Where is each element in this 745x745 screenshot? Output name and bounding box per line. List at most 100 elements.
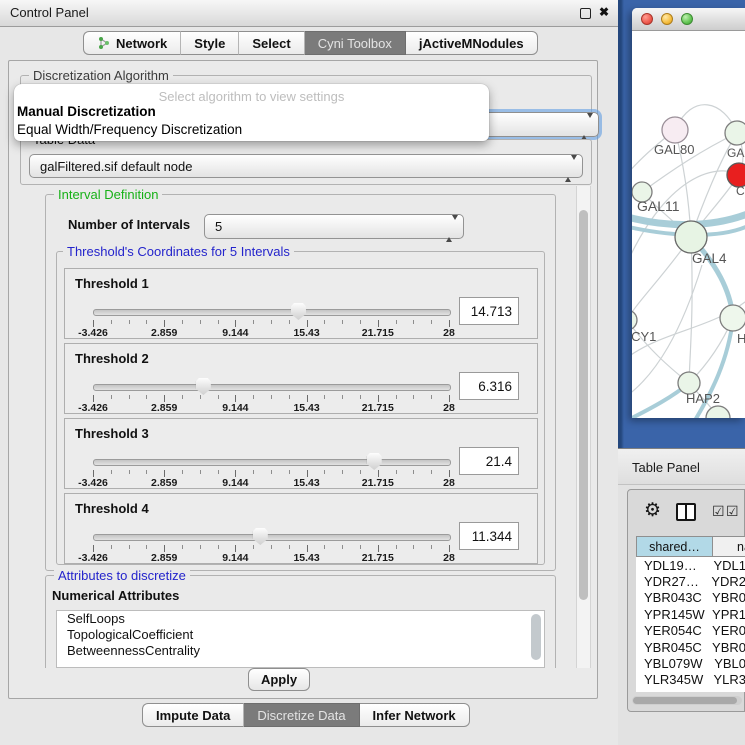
settings-scrollbar-thumb[interactable] bbox=[579, 210, 588, 600]
close-traffic-light-icon[interactable] bbox=[641, 13, 653, 25]
column-header-shared[interactable]: shared… bbox=[636, 536, 713, 557]
tick-mark bbox=[360, 395, 361, 399]
cell-shared-name[interactable]: YDR27… bbox=[636, 574, 709, 589]
tab-style[interactable]: Style bbox=[181, 31, 239, 55]
network-node-node-top-right[interactable] bbox=[725, 121, 745, 145]
cell-shared-name[interactable]: YBR045C bbox=[636, 640, 710, 655]
cell-name[interactable]: YBR0 bbox=[710, 640, 745, 655]
table-row[interactable]: YBL079WYBL0 bbox=[636, 655, 745, 671]
zoom-traffic-light-icon[interactable] bbox=[681, 13, 693, 25]
checkbox-icon[interactable]: ☑ bbox=[726, 503, 739, 520]
dropdown-option-manual-discretization[interactable]: Manual Discretization bbox=[17, 104, 156, 119]
apply-button[interactable]: Apply bbox=[248, 668, 310, 691]
attribute-item-betweennesscentrality[interactable]: BetweennessCentrality bbox=[57, 643, 544, 659]
numerical-attributes-list[interactable]: SelfLoopsTopologicalCoefficientBetweenne… bbox=[56, 610, 545, 668]
table-data-select[interactable]: galFiltered.sif default node bbox=[29, 154, 583, 178]
network-node-node-bottom[interactable] bbox=[706, 406, 730, 418]
bottom-tab-discretize-data[interactable]: Discretize Data bbox=[244, 703, 359, 727]
threshold-slider-2[interactable]: -3.4262.8599.14415.4321.71528 bbox=[91, 378, 451, 414]
slider-track[interactable] bbox=[93, 459, 451, 466]
cell-shared-name[interactable]: YLR345W bbox=[636, 672, 711, 687]
bottom-tab-infer-network[interactable]: Infer Network bbox=[360, 703, 470, 727]
network-window-titlebar[interactable] bbox=[632, 8, 745, 31]
table-panel-titlebar[interactable]: Table Panel bbox=[618, 448, 745, 485]
bottom-tab-impute-data[interactable]: Impute Data bbox=[142, 703, 244, 727]
network-graph-canvas[interactable]: GAL80GAGAL11CGAL4GCY1HHAP2 bbox=[632, 30, 745, 418]
cell-name[interactable]: YBR0 bbox=[710, 590, 745, 605]
slider-track[interactable] bbox=[93, 384, 451, 391]
scale-label: -3.426 bbox=[78, 402, 108, 414]
cell-name[interactable]: YBL0 bbox=[712, 656, 745, 671]
table-row[interactable]: YDR27…YDR2 bbox=[636, 573, 745, 589]
table-panel-title: Table Panel bbox=[632, 460, 700, 475]
slider-track[interactable] bbox=[93, 534, 451, 541]
cell-shared-name[interactable]: YBR043C bbox=[636, 590, 710, 605]
table-row[interactable]: YBR043CYBR0 bbox=[636, 590, 745, 606]
slider-track[interactable] bbox=[93, 309, 451, 316]
slider-thumb[interactable] bbox=[253, 528, 268, 545]
control-panel-titlebar[interactable]: Control Panel ✖ bbox=[0, 0, 618, 27]
threshold-slider-1[interactable]: -3.4262.8599.14415.4321.71528 bbox=[91, 303, 451, 339]
minimize-traffic-light-icon[interactable] bbox=[661, 13, 673, 25]
cell-name[interactable]: YPR1 bbox=[710, 607, 745, 622]
threshold-4-value-input[interactable] bbox=[459, 522, 519, 550]
cell-shared-name[interactable]: YDL19… bbox=[636, 558, 711, 573]
network-node-gcy1[interactable] bbox=[632, 310, 637, 330]
tab-cyni-toolbox[interactable]: Cyni Toolbox bbox=[305, 31, 406, 55]
table-row[interactable]: YPR145WYPR1 bbox=[636, 606, 745, 622]
tick-mark bbox=[271, 395, 272, 399]
cell-shared-name[interactable]: YIL052C bbox=[636, 689, 713, 692]
bottom-tab-discretize-data-label: Discretize Data bbox=[257, 708, 345, 723]
cell-name[interactable]: YLR3 bbox=[711, 672, 745, 687]
table-row[interactable]: YLR345WYLR3 bbox=[636, 672, 745, 688]
tick-mark bbox=[378, 320, 379, 327]
cell-name[interactable]: YER0 bbox=[710, 623, 745, 638]
table-row[interactable]: YER054CYER0 bbox=[636, 623, 745, 639]
threshold-slider-3[interactable]: -3.4262.8599.14415.4321.71528 bbox=[91, 453, 451, 489]
table-row[interactable]: YDL19…YDL1 bbox=[636, 557, 745, 573]
cell-name[interactable]: YIL0 bbox=[713, 689, 742, 692]
close-icon[interactable]: ✖ bbox=[599, 5, 609, 19]
threshold-3-value-input[interactable] bbox=[459, 447, 519, 475]
cell-name[interactable]: YDR2 bbox=[709, 574, 745, 589]
tick-mark bbox=[378, 395, 379, 402]
scale-label: 28 bbox=[443, 477, 455, 489]
table-row[interactable]: YIL052CYIL0 bbox=[636, 688, 745, 692]
columns-icon[interactable] bbox=[676, 503, 696, 521]
network-node-label: GAL80 bbox=[654, 142, 694, 157]
tab-jactivemnodules[interactable]: jActiveMNodules bbox=[406, 31, 538, 55]
cell-shared-name[interactable]: YPR145W bbox=[636, 607, 710, 622]
threshold-1-value-input[interactable] bbox=[459, 297, 519, 325]
tab-select[interactable]: Select bbox=[239, 31, 304, 55]
settings-scrollbar[interactable] bbox=[576, 186, 591, 668]
slider-thumb[interactable] bbox=[367, 453, 382, 470]
table-row[interactable]: YBR045CYBR0 bbox=[636, 639, 745, 655]
checkbox-icon[interactable]: ☑ bbox=[712, 503, 725, 520]
table-horizontal-scrollbar-thumb[interactable] bbox=[633, 697, 737, 704]
attribute-item-selfloops[interactable]: SelfLoops bbox=[57, 611, 544, 627]
number-of-intervals-select[interactable]: 5 bbox=[204, 214, 464, 239]
tick-mark bbox=[396, 320, 397, 324]
tick-mark bbox=[413, 470, 414, 474]
threshold-2-value-input[interactable] bbox=[459, 372, 519, 400]
attribute-item-topologicalcoefficient[interactable]: TopologicalCoefficient bbox=[57, 627, 544, 643]
gear-icon[interactable]: ⚙ bbox=[644, 499, 661, 522]
column-header-na[interactable]: na bbox=[713, 536, 745, 557]
cell-shared-name[interactable]: YBL079W bbox=[636, 656, 712, 671]
cell-shared-name[interactable]: YER054C bbox=[636, 623, 710, 638]
dropdown-option-equal-width-frequency[interactable]: Equal Width/Frequency Discretization bbox=[17, 122, 242, 137]
threshold-slider-4[interactable]: -3.4262.8599.14415.4321.71528 bbox=[91, 528, 451, 564]
tab-style-label: Style bbox=[194, 36, 225, 51]
float-window-icon[interactable] bbox=[580, 8, 591, 19]
tab-network[interactable]: Network bbox=[83, 31, 181, 55]
tick-mark bbox=[431, 395, 432, 399]
list-scrollbar-thumb[interactable] bbox=[531, 614, 541, 660]
network-node-gal80[interactable] bbox=[662, 117, 688, 143]
network-node-node-right-mid[interactable] bbox=[720, 305, 745, 331]
network-node-gal4[interactable] bbox=[675, 221, 707, 253]
cell-name[interactable]: YDL1 bbox=[711, 558, 745, 573]
tick-mark bbox=[271, 545, 272, 549]
table-horizontal-scrollbar[interactable] bbox=[632, 696, 742, 705]
slider-thumb[interactable] bbox=[196, 378, 211, 395]
slider-thumb[interactable] bbox=[291, 303, 306, 320]
